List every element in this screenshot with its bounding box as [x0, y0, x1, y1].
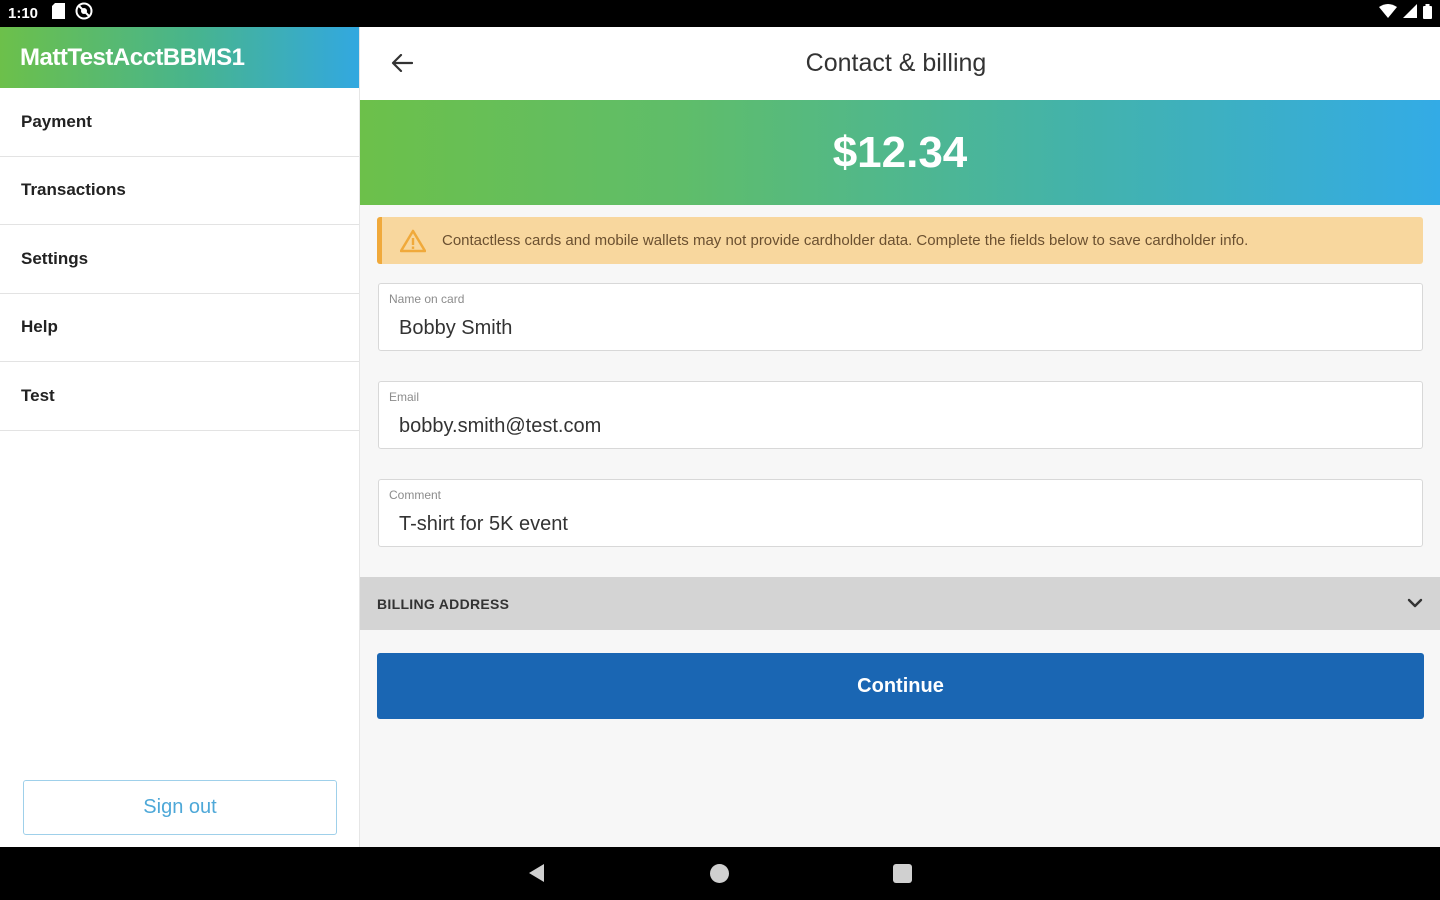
nav-home-icon[interactable] — [710, 864, 729, 883]
nav-recents-icon[interactable] — [893, 864, 912, 883]
main-content: Contact & billing $12.34 Contactless car… — [360, 27, 1440, 847]
sign-out-button[interactable]: Sign out — [23, 780, 337, 835]
battery-icon — [1423, 3, 1432, 24]
email-field[interactable]: Email bobby.smith@test.com — [378, 381, 1423, 449]
email-label: Email — [389, 390, 420, 404]
no-sync-icon — [75, 2, 93, 25]
warning-alert: Contactless cards and mobile wallets may… — [377, 217, 1423, 264]
warning-icon — [399, 229, 427, 253]
status-bar: 1:10 — [0, 0, 1440, 27]
name-on-card-value: Bobby Smith — [399, 317, 513, 339]
billing-address-label: BILLING ADDRESS — [377, 595, 510, 612]
page-title: Contact & billing — [805, 49, 987, 77]
comment-value: T-shirt for 5K event — [399, 513, 568, 535]
sidebar-item-settings[interactable]: Settings — [0, 225, 359, 294]
billing-address-toggle[interactable]: BILLING ADDRESS — [360, 577, 1440, 630]
sidebar-item-payment[interactable]: Payment — [0, 88, 359, 157]
top-app-bar: Contact & billing — [360, 27, 1440, 100]
sidebar-item-help[interactable]: Help — [0, 294, 359, 362]
comment-label: Comment — [389, 488, 442, 502]
sd-card-icon — [52, 3, 66, 24]
chevron-down-icon — [1406, 594, 1424, 612]
name-on-card-field[interactable]: Name on card Bobby Smith — [378, 283, 1423, 351]
sidebar-item-test[interactable]: Test — [0, 362, 359, 431]
wifi-icon — [1379, 4, 1397, 23]
sidebar-item-transactions[interactable]: Transactions — [0, 157, 359, 225]
cell-signal-icon — [1403, 4, 1417, 23]
comment-field[interactable]: Comment T-shirt for 5K event — [378, 479, 1423, 547]
amount-banner: $12.34 — [360, 100, 1440, 205]
status-time: 1:10 — [8, 5, 39, 22]
continue-button[interactable]: Continue — [377, 653, 1424, 719]
alert-text: Contactless cards and mobile wallets may… — [442, 232, 1249, 249]
account-header: MattTestAcctBBMS1 — [0, 27, 359, 88]
payment-amount: $12.34 — [832, 127, 968, 177]
nav-list: Payment Transactions Settings Help Test — [0, 88, 359, 431]
email-value: bobby.smith@test.com — [399, 415, 602, 437]
name-on-card-label: Name on card — [389, 292, 465, 306]
system-nav-bar — [0, 847, 1440, 900]
nav-back-icon[interactable] — [527, 863, 545, 888]
account-name: MattTestAcctBBMS1 — [20, 43, 245, 71]
sidebar: MattTestAcctBBMS1 Payment Transactions S… — [0, 27, 360, 847]
app-window: MattTestAcctBBMS1 Payment Transactions S… — [0, 27, 1440, 847]
